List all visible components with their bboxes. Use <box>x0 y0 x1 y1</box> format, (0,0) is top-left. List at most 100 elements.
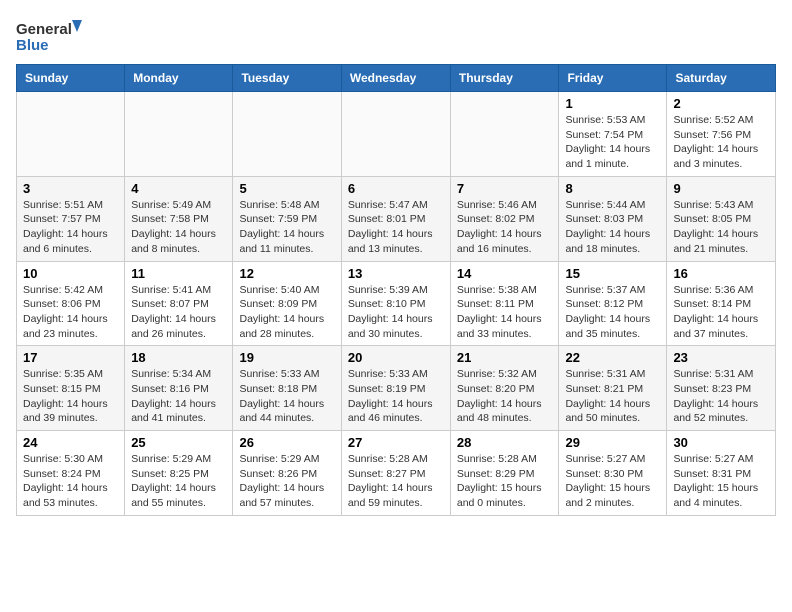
calendar-cell: 27 Sunrise: 5:28 AM Sunset: 8:27 PM Dayli… <box>341 431 450 516</box>
day-number: 30 <box>673 435 769 450</box>
day-number: 21 <box>457 350 553 365</box>
week-row-2: 3 Sunrise: 5:51 AM Sunset: 7:57 PM Daylig… <box>17 176 776 261</box>
day-info: Sunrise: 5:33 AM Sunset: 8:18 PM Dayligh… <box>239 367 334 426</box>
day-info: Sunrise: 5:28 AM Sunset: 8:27 PM Dayligh… <box>348 452 444 511</box>
weekday-header-wednesday: Wednesday <box>341 65 450 92</box>
week-row-1: 1Sunrise: 5:53 AM Sunset: 7:54 PM Daylig… <box>17 92 776 177</box>
day-number: 3 <box>23 181 118 196</box>
day-number: 20 <box>348 350 444 365</box>
weekday-header-monday: Monday <box>125 65 233 92</box>
day-info: Sunrise: 5:27 AM Sunset: 8:30 PM Dayligh… <box>565 452 660 511</box>
day-info: Sunrise: 5:37 AM Sunset: 8:12 PM Dayligh… <box>565 283 660 342</box>
calendar-cell: 14Sunrise: 5:38 AM Sunset: 8:11 PM Dayli… <box>450 261 559 346</box>
day-number: 24 <box>23 435 118 450</box>
day-info: Sunrise: 5:32 AM Sunset: 8:20 PM Dayligh… <box>457 367 553 426</box>
calendar-cell <box>450 92 559 177</box>
day-info: Sunrise: 5:30 AM Sunset: 8:24 PM Dayligh… <box>23 452 118 511</box>
calendar-cell: 20 Sunrise: 5:33 AM Sunset: 8:19 PM Dayli… <box>341 346 450 431</box>
calendar-cell: 8 Sunrise: 5:44 AM Sunset: 8:03 PM Daylig… <box>559 176 667 261</box>
calendar-cell: 3 Sunrise: 5:51 AM Sunset: 7:57 PM Daylig… <box>17 176 125 261</box>
day-number: 2 <box>673 96 769 111</box>
calendar-cell: 12Sunrise: 5:40 AM Sunset: 8:09 PM Dayli… <box>233 261 341 346</box>
day-info: Sunrise: 5:36 AM Sunset: 8:14 PM Dayligh… <box>673 283 769 342</box>
day-info: Sunrise: 5:31 AM Sunset: 8:23 PM Dayligh… <box>673 367 769 426</box>
calendar-cell: 4 Sunrise: 5:49 AM Sunset: 7:58 PM Daylig… <box>125 176 233 261</box>
day-info: Sunrise: 5:27 AM Sunset: 8:31 PM Dayligh… <box>673 452 769 511</box>
calendar-cell: 11 Sunrise: 5:41 AM Sunset: 8:07 PM Dayli… <box>125 261 233 346</box>
day-number: 11 <box>131 266 226 281</box>
day-number: 19 <box>239 350 334 365</box>
day-number: 12 <box>239 266 334 281</box>
day-number: 13 <box>348 266 444 281</box>
day-number: 8 <box>565 181 660 196</box>
svg-text:General: General <box>16 21 72 38</box>
day-info: Sunrise: 5:46 AM Sunset: 8:02 PM Dayligh… <box>457 198 553 257</box>
day-number: 6 <box>348 181 444 196</box>
day-number: 28 <box>457 435 553 450</box>
calendar-cell: 15Sunrise: 5:37 AM Sunset: 8:12 PM Dayli… <box>559 261 667 346</box>
day-info: Sunrise: 5:39 AM Sunset: 8:10 PM Dayligh… <box>348 283 444 342</box>
day-info: Sunrise: 5:29 AM Sunset: 8:26 PM Dayligh… <box>239 452 334 511</box>
weekday-header-thursday: Thursday <box>450 65 559 92</box>
calendar-cell: 1Sunrise: 5:53 AM Sunset: 7:54 PM Daylig… <box>559 92 667 177</box>
calendar-cell: 2 Sunrise: 5:52 AM Sunset: 7:56 PM Daylig… <box>667 92 776 177</box>
day-number: 25 <box>131 435 226 450</box>
weekday-header-sunday: Sunday <box>17 65 125 92</box>
calendar-cell: 26Sunrise: 5:29 AM Sunset: 8:26 PM Dayli… <box>233 431 341 516</box>
day-info: Sunrise: 5:43 AM Sunset: 8:05 PM Dayligh… <box>673 198 769 257</box>
logo: GeneralBlue <box>16 16 86 56</box>
day-info: Sunrise: 5:51 AM Sunset: 7:57 PM Dayligh… <box>23 198 118 257</box>
day-number: 1 <box>565 96 660 111</box>
calendar-cell: 24 Sunrise: 5:30 AM Sunset: 8:24 PM Dayli… <box>17 431 125 516</box>
calendar-cell: 10 Sunrise: 5:42 AM Sunset: 8:06 PM Dayli… <box>17 261 125 346</box>
calendar-cell: 7 Sunrise: 5:46 AM Sunset: 8:02 PM Daylig… <box>450 176 559 261</box>
day-number: 23 <box>673 350 769 365</box>
svg-text:Blue: Blue <box>16 37 49 54</box>
calendar-cell <box>17 92 125 177</box>
calendar-cell <box>233 92 341 177</box>
calendar-cell <box>125 92 233 177</box>
calendar-cell <box>341 92 450 177</box>
week-row-3: 10 Sunrise: 5:42 AM Sunset: 8:06 PM Dayli… <box>17 261 776 346</box>
day-info: Sunrise: 5:34 AM Sunset: 8:16 PM Dayligh… <box>131 367 226 426</box>
calendar-cell: 29 Sunrise: 5:27 AM Sunset: 8:30 PM Dayli… <box>559 431 667 516</box>
day-number: 10 <box>23 266 118 281</box>
calendar-cell: 25 Sunrise: 5:29 AM Sunset: 8:25 PM Dayli… <box>125 431 233 516</box>
day-number: 4 <box>131 181 226 196</box>
header: GeneralBlue <box>16 16 776 56</box>
day-info: Sunrise: 5:28 AM Sunset: 8:29 PM Dayligh… <box>457 452 553 511</box>
day-info: Sunrise: 5:42 AM Sunset: 8:06 PM Dayligh… <box>23 283 118 342</box>
calendar-cell: 17Sunrise: 5:35 AM Sunset: 8:15 PM Dayli… <box>17 346 125 431</box>
calendar-cell: 13 Sunrise: 5:39 AM Sunset: 8:10 PM Dayli… <box>341 261 450 346</box>
week-row-5: 24 Sunrise: 5:30 AM Sunset: 8:24 PM Dayli… <box>17 431 776 516</box>
day-info: Sunrise: 5:35 AM Sunset: 8:15 PM Dayligh… <box>23 367 118 426</box>
calendar-cell: 22Sunrise: 5:31 AM Sunset: 8:21 PM Dayli… <box>559 346 667 431</box>
day-number: 18 <box>131 350 226 365</box>
calendar-cell: 16Sunrise: 5:36 AM Sunset: 8:14 PM Dayli… <box>667 261 776 346</box>
day-info: Sunrise: 5:52 AM Sunset: 7:56 PM Dayligh… <box>673 113 769 172</box>
calendar-cell: 18 Sunrise: 5:34 AM Sunset: 8:16 PM Dayli… <box>125 346 233 431</box>
weekday-header-row: SundayMondayTuesdayWednesdayThursdayFrid… <box>17 65 776 92</box>
day-info: Sunrise: 5:48 AM Sunset: 7:59 PM Dayligh… <box>239 198 334 257</box>
day-info: Sunrise: 5:49 AM Sunset: 7:58 PM Dayligh… <box>131 198 226 257</box>
day-number: 7 <box>457 181 553 196</box>
day-number: 27 <box>348 435 444 450</box>
logo-svg: GeneralBlue <box>16 16 86 56</box>
calendar-cell: 5Sunrise: 5:48 AM Sunset: 7:59 PM Daylig… <box>233 176 341 261</box>
day-info: Sunrise: 5:47 AM Sunset: 8:01 PM Dayligh… <box>348 198 444 257</box>
day-number: 9 <box>673 181 769 196</box>
day-info: Sunrise: 5:29 AM Sunset: 8:25 PM Dayligh… <box>131 452 226 511</box>
weekday-header-tuesday: Tuesday <box>233 65 341 92</box>
day-info: Sunrise: 5:44 AM Sunset: 8:03 PM Dayligh… <box>565 198 660 257</box>
calendar-cell: 9 Sunrise: 5:43 AM Sunset: 8:05 PM Daylig… <box>667 176 776 261</box>
day-number: 29 <box>565 435 660 450</box>
day-number: 22 <box>565 350 660 365</box>
day-info: Sunrise: 5:33 AM Sunset: 8:19 PM Dayligh… <box>348 367 444 426</box>
calendar-cell: 28 Sunrise: 5:28 AM Sunset: 8:29 PM Dayli… <box>450 431 559 516</box>
calendar-cell: 30 Sunrise: 5:27 AM Sunset: 8:31 PM Dayli… <box>667 431 776 516</box>
day-info: Sunrise: 5:41 AM Sunset: 8:07 PM Dayligh… <box>131 283 226 342</box>
calendar: SundayMondayTuesdayWednesdayThursdayFrid… <box>16 64 776 516</box>
weekday-header-friday: Friday <box>559 65 667 92</box>
weekday-header-saturday: Saturday <box>667 65 776 92</box>
calendar-cell: 19 Sunrise: 5:33 AM Sunset: 8:18 PM Dayli… <box>233 346 341 431</box>
